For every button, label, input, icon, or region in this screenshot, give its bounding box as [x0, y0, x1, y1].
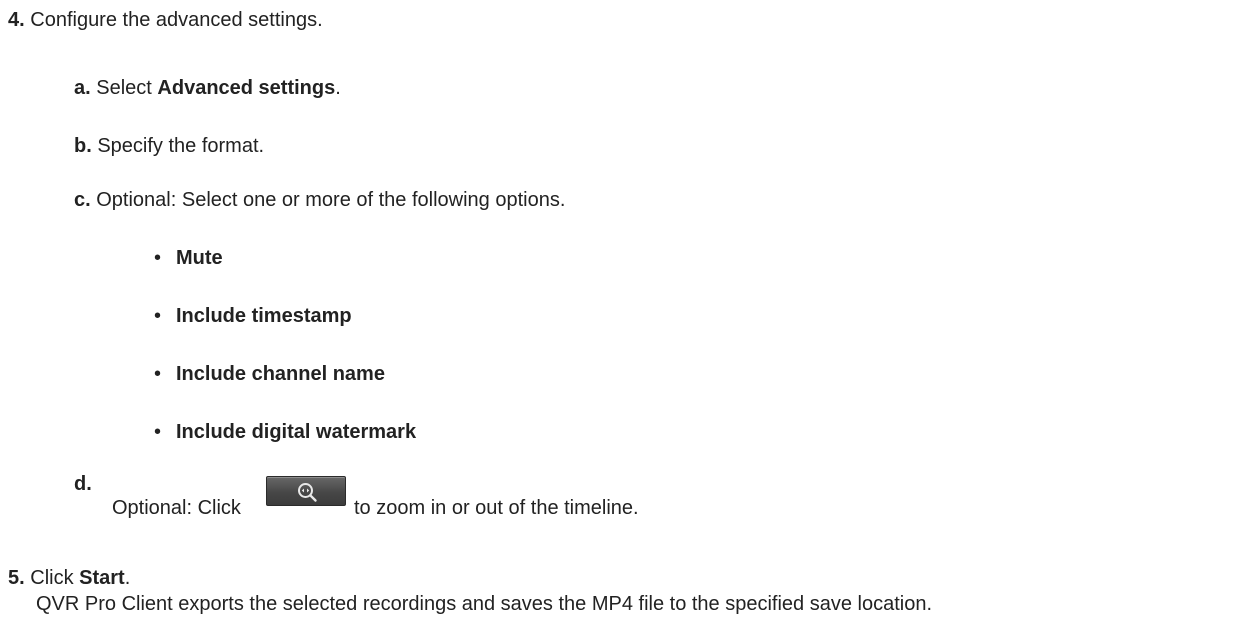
substep-letter: b.: [74, 135, 92, 157]
advanced-settings-label: Advanced settings: [157, 77, 336, 99]
substep-text-post: .: [335, 77, 341, 99]
step-text-post: .: [124, 567, 131, 589]
step-number: 4.: [8, 9, 25, 31]
substep-letter: c.: [74, 189, 91, 211]
option-label: Include digital watermark: [176, 421, 417, 443]
bullet-icon: •: [154, 421, 162, 443]
step-5-detail: QVR Pro Client exports the selected reco…: [36, 592, 932, 616]
bullet-icon: •: [154, 247, 162, 269]
substep-d-letter: d.: [74, 472, 92, 496]
substep-a: a. Select Advanced settings.: [74, 76, 341, 100]
step-5: 5. Click Start.: [8, 566, 130, 590]
substep-text-pre: Optional: Click: [112, 497, 241, 519]
option-item: • Include digital watermark: [154, 420, 416, 444]
substep-text: Specify the format.: [97, 135, 265, 157]
substep-d-text-pre: Optional: Click: [112, 496, 241, 520]
substep-text-pre: Select: [96, 77, 158, 99]
step-text: Configure the advanced settings.: [30, 9, 323, 31]
option-label: Mute: [176, 247, 223, 269]
bullet-icon: •: [154, 363, 162, 385]
step-number: 5.: [8, 567, 25, 589]
substep-c: c. Optional: Select one or more of the f…: [74, 188, 565, 212]
option-item: • Include channel name: [154, 362, 385, 386]
substep-d-text-post: to zoom in or out of the timeline.: [354, 496, 639, 520]
substep-text-post: to zoom in or out of the timeline.: [354, 497, 639, 519]
substep-letter: a.: [74, 77, 91, 99]
option-label: Include timestamp: [176, 305, 352, 327]
step-detail-text: QVR Pro Client exports the selected reco…: [36, 593, 933, 615]
bullet-icon: •: [154, 305, 162, 327]
substep-letter: d.: [74, 473, 92, 495]
option-label: Include channel name: [176, 363, 385, 385]
zoom-timeline-icon: [298, 483, 317, 502]
option-item: • Mute: [154, 246, 223, 270]
substep-text: Optional: Select one or more of the foll…: [96, 189, 566, 211]
step-text-pre: Click: [30, 567, 80, 589]
substep-b: b. Specify the format.: [74, 134, 264, 158]
option-item: • Include timestamp: [154, 304, 352, 328]
zoom-timeline-button[interactable]: [266, 476, 346, 506]
step-4: 4. Configure the advanced settings.: [8, 8, 323, 32]
start-label: Start: [79, 567, 125, 589]
